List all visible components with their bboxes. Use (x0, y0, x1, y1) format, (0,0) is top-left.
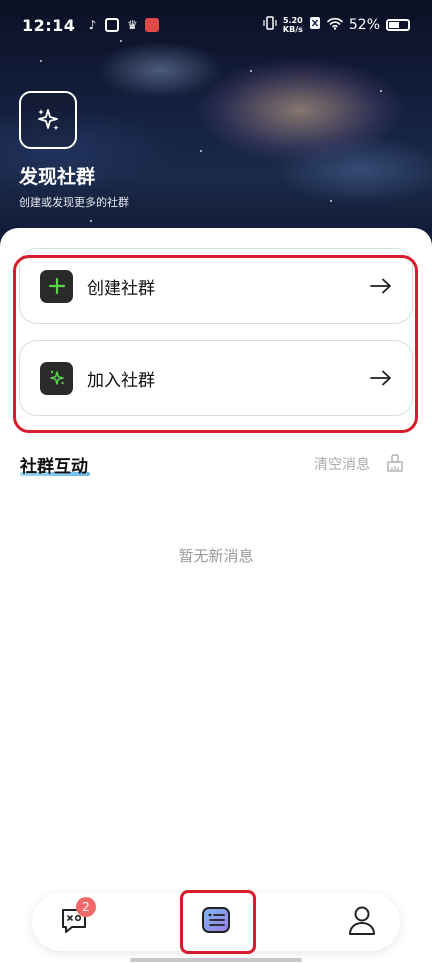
vibrate-icon (263, 16, 277, 34)
battery-icon (386, 19, 410, 31)
join-community-label: 加入社群 (87, 370, 155, 391)
sim-icon (309, 16, 321, 34)
network-speed: 5.20 KB/s (282, 16, 303, 34)
section-title: 社群互动 (20, 457, 88, 477)
clear-messages-button[interactable]: 清空消息 (314, 454, 370, 474)
news-app-icon (145, 18, 160, 32)
create-community-button[interactable]: 创建社群 (19, 248, 413, 324)
app-notification-icon (105, 18, 120, 32)
create-community-label: 创建社群 (87, 278, 155, 299)
nav-community[interactable] (194, 893, 238, 951)
status-bar: 12:14 ♪ ♛ 5.20 KB/s 52% (0, 0, 432, 50)
wifi-icon (327, 17, 343, 34)
content-sheet (0, 228, 432, 964)
battery-percent: 52% (348, 17, 380, 33)
plus-icon (40, 269, 73, 303)
join-community-button[interactable]: 加入社群 (19, 340, 413, 416)
arrow-right-icon (370, 278, 392, 294)
empty-state-text: 暂无新消息 (178, 547, 254, 565)
nav-profile[interactable] (340, 893, 384, 951)
crown-icon: ♛ (127, 18, 138, 32)
profile-icon (348, 904, 376, 940)
page-subtitle: 创建或发现更多的社群 (19, 196, 129, 209)
page-title: 发现社群 (19, 166, 96, 188)
status-time: 12:14 (22, 15, 76, 35)
home-indicator (130, 958, 302, 962)
tiktok-icon: ♪ (88, 18, 97, 32)
arrow-right-icon (370, 370, 392, 386)
sparkles-icon (19, 91, 77, 149)
sparkles-icon (40, 361, 73, 395)
community-list-icon (201, 905, 231, 939)
unread-badge: 2 (76, 897, 96, 917)
broom-icon[interactable] (385, 453, 405, 477)
